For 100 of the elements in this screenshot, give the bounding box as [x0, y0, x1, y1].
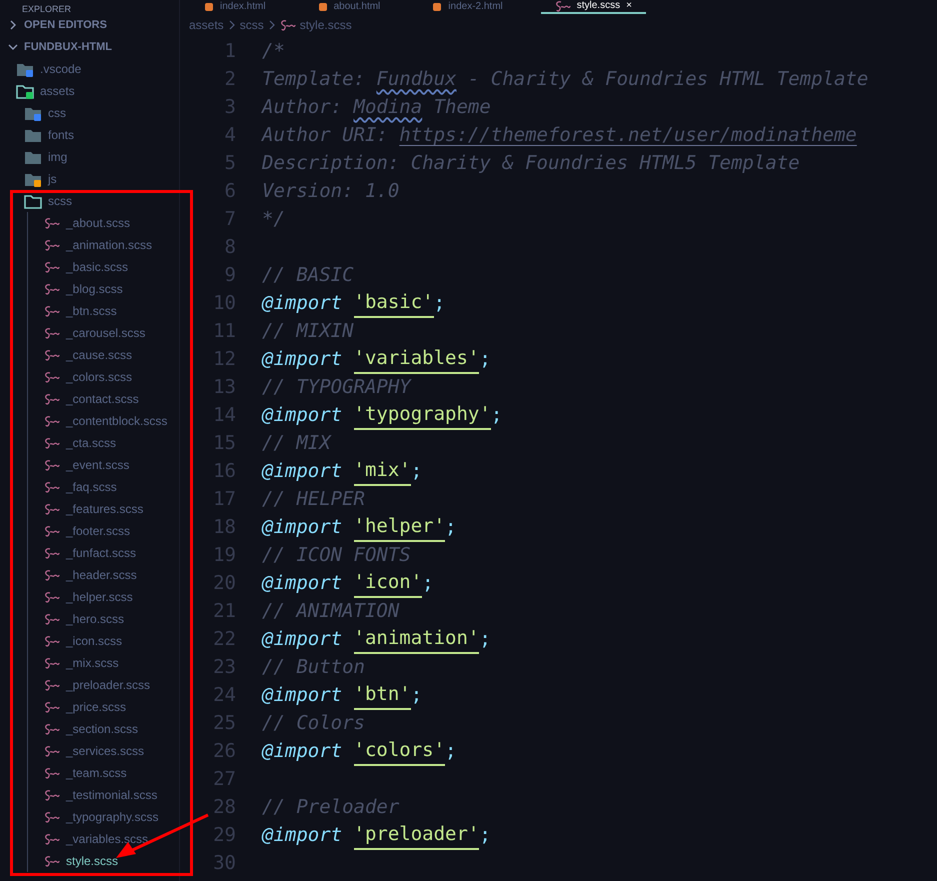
sass-logo-icon — [44, 569, 60, 581]
section-header[interactable]: OPEN EDITORS — [0, 14, 179, 36]
folder-item[interactable]: js — [0, 168, 179, 190]
code-keyword: @import — [262, 570, 342, 596]
file-item[interactable]: _about.scss — [28, 212, 179, 234]
sass-logo-icon — [44, 349, 60, 361]
chevron-right-icon — [268, 20, 276, 30]
file-item[interactable]: style.scss — [28, 850, 179, 872]
sass-logo-icon — [44, 503, 60, 515]
sass-logo-icon — [44, 415, 60, 427]
file-item[interactable]: _animation.scss — [28, 234, 179, 256]
open-folder-icon — [16, 83, 34, 99]
code-comment: // HELPER — [262, 486, 365, 512]
sass-logo-icon — [554, 0, 571, 12]
editor-tab[interactable]: index.html — [190, 0, 280, 14]
sass-logo-icon — [44, 217, 60, 229]
code-punctuation: ; — [479, 626, 491, 652]
editor-tab[interactable]: about.html — [304, 0, 394, 14]
code-keyword: @import — [262, 626, 342, 652]
file-item[interactable]: _footer.scss — [28, 520, 179, 542]
code-punctuation: ; — [410, 682, 422, 708]
sass-logo-icon — [44, 481, 60, 493]
file-item[interactable]: _cta.scss — [28, 432, 179, 454]
editor-tab[interactable]: style.scss × — [540, 0, 646, 14]
folder-item[interactable]: fonts — [0, 124, 179, 146]
file-item[interactable]: _icon.scss — [28, 630, 179, 652]
code-comment: Author: — [262, 94, 344, 120]
file-item[interactable]: _typography.scss — [28, 806, 179, 828]
file-item[interactable]: _basic.scss — [28, 256, 179, 278]
code-punctuation: ; — [422, 570, 434, 596]
code-keyword: @import — [262, 738, 342, 764]
file-item[interactable]: _preloader.scss — [28, 674, 179, 696]
file-item[interactable]: _variables.scss — [28, 828, 179, 850]
file-item[interactable]: _team.scss — [28, 762, 179, 784]
folder-icon — [24, 149, 42, 165]
folder-item[interactable]: scss — [0, 190, 179, 212]
file-item[interactable]: _testimonial.scss — [28, 784, 179, 806]
folder-item[interactable]: css — [0, 102, 179, 124]
html-file-icon — [204, 2, 214, 12]
file-item[interactable]: _blog.scss — [28, 278, 179, 300]
code-comment: Version: 1.0 — [262, 178, 400, 204]
section-header[interactable]: FUNDBUX-HTML — [0, 36, 179, 58]
code-punctuation: ; — [490, 402, 502, 428]
code-punctuation: ; — [434, 290, 446, 316]
code-comment: // BASIC — [262, 262, 354, 288]
folder-item[interactable]: assets — [0, 80, 179, 102]
sass-logo-icon — [44, 525, 60, 537]
file-item[interactable]: _colors.scss — [28, 366, 179, 388]
breadcrumb[interactable]: scss — [240, 16, 264, 34]
sass-logo-icon — [44, 393, 60, 405]
code-punctuation: ; — [479, 822, 491, 848]
code-link[interactable]: https://themeforest.net/user/modinatheme — [399, 120, 857, 150]
editor-tab[interactable]: index-2.html — [418, 0, 517, 14]
file-item[interactable]: _features.scss — [28, 498, 179, 520]
code-keyword: @import — [262, 514, 342, 540]
sass-logo-icon — [44, 547, 60, 559]
chevron-down-icon — [8, 42, 18, 52]
code-keyword: @import — [262, 682, 342, 708]
folder-icon — [24, 105, 42, 121]
file-item[interactable]: _mix.scss — [28, 652, 179, 674]
file-item[interactable]: _services.scss — [28, 740, 179, 762]
file-item[interactable]: _event.scss — [28, 454, 179, 476]
file-item[interactable]: _btn.scss — [28, 300, 179, 322]
code-comment: - Charity & Foundries HTML Template — [466, 66, 868, 92]
sass-logo-icon — [44, 811, 60, 823]
folder-icon — [16, 61, 34, 77]
file-item[interactable]: _funfact.scss — [28, 542, 179, 564]
code-punctuation: ; — [445, 738, 456, 764]
file-item[interactable]: _contentblock.scss — [28, 410, 179, 432]
code-string: 'preloader' — [354, 820, 480, 850]
sass-logo-icon — [44, 657, 60, 669]
close-icon[interactable]: × — [626, 0, 632, 12]
code-comment: Description: Charity & Foundries HTML5 Template — [262, 150, 800, 176]
file-item[interactable]: _header.scss — [28, 564, 179, 586]
file-item[interactable]: _section.scss — [28, 718, 179, 740]
code-punctuation: ; — [479, 346, 491, 372]
explorer-title: EXPLORER — [22, 4, 72, 14]
code-string: 'variables' — [354, 344, 480, 374]
sass-logo-icon — [44, 459, 60, 471]
file-item[interactable]: _price.scss — [28, 696, 179, 718]
code-comment: // Button — [262, 654, 365, 680]
file-item[interactable]: _cause.scss — [28, 344, 179, 366]
folder-icon — [24, 127, 42, 143]
code-comment: // Colors — [262, 710, 365, 736]
file-item[interactable]: _helper.scss — [28, 586, 179, 608]
file-item[interactable]: _contact.scss — [28, 388, 179, 410]
file-item[interactable]: _carousel.scss — [28, 322, 179, 344]
folder-item[interactable]: img — [0, 146, 179, 168]
breadcrumb[interactable]: assets — [189, 16, 224, 34]
folder-item[interactable]: .vscode — [0, 58, 179, 80]
sass-logo-icon — [44, 833, 60, 845]
file-item[interactable]: _hero.scss — [28, 608, 179, 630]
code-keyword: @import — [262, 822, 342, 848]
code-keyword: @import — [262, 346, 342, 372]
chevron-right-icon — [228, 20, 236, 30]
sass-logo-icon — [44, 327, 60, 339]
sass-logo-icon — [44, 283, 60, 295]
breadcrumb[interactable]: style.scss — [300, 16, 352, 34]
code-string: 'btn' — [354, 680, 411, 710]
file-item[interactable]: _faq.scss — [28, 476, 179, 498]
